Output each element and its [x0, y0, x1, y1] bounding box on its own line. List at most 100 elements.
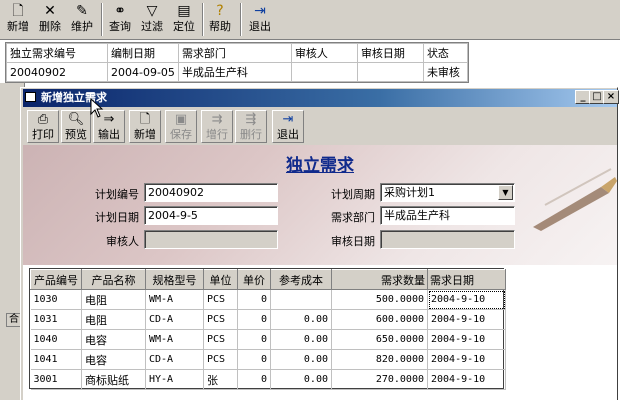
table-cell: 2004-09-05: [107, 62, 179, 82]
table-cell[interactable]: 2004-9-10: [427, 369, 506, 390]
table-cell[interactable]: 电阻: [81, 309, 146, 330]
save-button[interactable]: ▣ 保存: [165, 110, 197, 143]
column-header: 需求部门: [177, 43, 292, 63]
print-button[interactable]: ⎙ 打印: [27, 110, 59, 143]
table-cell[interactable]: 张: [203, 369, 238, 390]
table-cell[interactable]: 2004-9-10: [427, 289, 506, 310]
table-row[interactable]: 1030 电阻 WM-A PCS 0 500.0000 2004-9-10: [30, 289, 506, 310]
column-header[interactable]: 单价: [237, 269, 271, 290]
table-cell[interactable]: PCS: [203, 289, 238, 310]
table-cell[interactable]: 0.00: [270, 349, 332, 370]
plan-date-field[interactable]: 2004-9-5: [144, 206, 278, 225]
requirement-list-grid[interactable]: 独立需求编号 编制日期 需求部门 审核人 审核日期 状态 20040902 20…: [5, 42, 469, 83]
table-cell[interactable]: 650.0000: [331, 329, 428, 350]
table-cell[interactable]: 600.0000: [331, 309, 428, 330]
table-row[interactable]: 1031 电阻 CD-A PCS 0 0.00 600.0000 2004-9-…: [30, 309, 506, 330]
pen-decoration-icon: [533, 168, 617, 231]
plan-cycle-select[interactable]: 采购计划1 ▼: [380, 183, 515, 202]
column-header: 审核日期: [356, 43, 424, 63]
mouse-cursor-icon: [90, 98, 104, 118]
table-cell[interactable]: 0: [237, 289, 271, 310]
column-header: 审核人: [290, 43, 358, 63]
table-row[interactable]: 3001 商标贴纸 HY-A 张 0 0.00 270.0000 2004-9-…: [30, 369, 506, 390]
column-header[interactable]: 需求日期: [427, 269, 506, 290]
table-cell[interactable]: 0.00: [270, 369, 332, 390]
table-cell[interactable]: 0: [237, 309, 271, 330]
exit-button[interactable]: ⇥ 退出: [246, 2, 274, 38]
preview-button[interactable]: 🔍︎ 预览: [61, 110, 91, 143]
table-cell[interactable]: PCS: [203, 349, 238, 370]
query-button[interactable]: ⚭ 查询: [106, 2, 134, 38]
product-detail-grid[interactable]: 产品编号 产品名称 规格型号 单位 单价 参考成本 需求数量 需求日期 1030…: [29, 268, 506, 390]
table-cell[interactable]: 2004-9-10: [427, 329, 506, 350]
delete-row-button[interactable]: ⇶ 删行: [235, 110, 267, 143]
new-button[interactable]: 🗋 新增: [4, 2, 32, 38]
dept-field[interactable]: 半成品生产科: [380, 206, 515, 225]
table-cell[interactable]: WM-A: [145, 289, 204, 310]
dialog-titlebar[interactable]: 新增独立需求: [23, 89, 617, 107]
chevron-down-icon[interactable]: ▼: [498, 185, 513, 200]
delete-row-icon: ⇶: [245, 112, 257, 127]
locate-button[interactable]: ▤ 定位: [170, 2, 198, 38]
table-row[interactable]: 1041 电容 CD-A PCS 0 0.00 820.0000 2004-9-…: [30, 349, 506, 370]
table-cell[interactable]: 电阻: [81, 289, 146, 310]
new-button[interactable]: 🗋 新增: [129, 110, 161, 143]
column-header[interactable]: 参考成本: [270, 269, 332, 290]
table-row[interactable]: 1040 电容 WM-A PCS 0 0.00 650.0000 2004-9-…: [30, 329, 506, 350]
table-cell[interactable]: 0: [237, 349, 271, 370]
table-cell[interactable]: 270.0000: [331, 369, 428, 390]
exit-icon: ⇥: [254, 3, 266, 19]
list-header-row: 独立需求编号 编制日期 需求部门 审核人 审核日期 状态: [6, 43, 469, 63]
table-cell[interactable]: 0: [237, 369, 271, 390]
binoculars-icon: ⚭: [114, 3, 126, 19]
exit-button[interactable]: ⇥ 退出: [272, 110, 304, 143]
table-cell[interactable]: HY-A: [145, 369, 204, 390]
column-header[interactable]: 规格型号: [145, 269, 204, 290]
table-cell[interactable]: 1040: [30, 329, 82, 350]
table-cell: [290, 62, 358, 82]
edit-icon: ✎: [76, 3, 88, 19]
table-cell[interactable]: 1031: [30, 309, 82, 330]
plan-date-label: 计划日期: [95, 211, 139, 224]
help-button[interactable]: ? 帮助: [206, 2, 234, 38]
form-title: 独立需求: [286, 156, 354, 176]
table-cell: 未审核: [422, 62, 469, 82]
help-icon: ?: [216, 3, 224, 19]
table-row[interactable]: 20040902 2004-09-05 半成品生产科 未审核: [6, 62, 469, 82]
table-cell[interactable]: 0.00: [270, 329, 332, 350]
table-cell[interactable]: 500.0000: [331, 289, 428, 310]
table-cell[interactable]: 820.0000: [331, 349, 428, 370]
maintain-button[interactable]: ✎ 维护: [68, 2, 96, 38]
table-cell[interactable]: PCS: [203, 309, 238, 330]
column-header[interactable]: 单位: [203, 269, 238, 290]
table-cell[interactable]: 电容: [81, 329, 146, 350]
table-cell[interactable]: CD-A: [145, 309, 204, 330]
dialog-toolbar: ⎙ 打印 🔍︎ 预览 ⇒ 输出 🗋 新增 ▣ 保存 ⇉ 增行 ⇶ 删行 ⇥ 退出: [23, 108, 617, 144]
table-cell[interactable]: 商标贴纸: [81, 369, 146, 390]
table-cell[interactable]: CD-A: [145, 349, 204, 370]
table-cell[interactable]: 1030: [30, 289, 82, 310]
table-cell[interactable]: 2004-9-10: [427, 349, 506, 370]
column-header[interactable]: 产品编号: [30, 269, 82, 290]
plan-cycle-value: 采购计划1: [384, 186, 435, 199]
table-cell[interactable]: 3001: [30, 369, 82, 390]
table-cell[interactable]: PCS: [203, 329, 238, 350]
column-header[interactable]: 需求数量: [331, 269, 428, 290]
filter-icon: ▽: [146, 3, 158, 19]
column-header[interactable]: 产品名称: [81, 269, 146, 290]
new-doc-icon: 🗋: [12, 3, 24, 19]
table-cell[interactable]: WM-A: [145, 329, 204, 350]
close-button[interactable]: ×: [603, 90, 619, 104]
main-toolbar: 🗋 新增 ✕ 删除 ✎ 维护 ⚭ 查询 ▽ 过滤 ▤ 定位 ? 帮助 ⇥ 退出: [0, 0, 620, 40]
table-cell[interactable]: 0: [237, 329, 271, 350]
plan-cycle-label: 计划周期: [331, 188, 375, 201]
table-cell[interactable]: 电容: [81, 349, 146, 370]
table-cell[interactable]: 1041: [30, 349, 82, 370]
table-cell[interactable]: 2004-9-10: [427, 309, 506, 330]
add-row-button[interactable]: ⇉ 增行: [201, 110, 233, 143]
table-cell[interactable]: 0.00: [270, 309, 332, 330]
table-cell[interactable]: [270, 289, 332, 310]
filter-button[interactable]: ▽ 过滤: [138, 2, 166, 38]
plan-no-field[interactable]: 20040902: [144, 183, 278, 202]
delete-button[interactable]: ✕ 删除: [36, 2, 64, 38]
